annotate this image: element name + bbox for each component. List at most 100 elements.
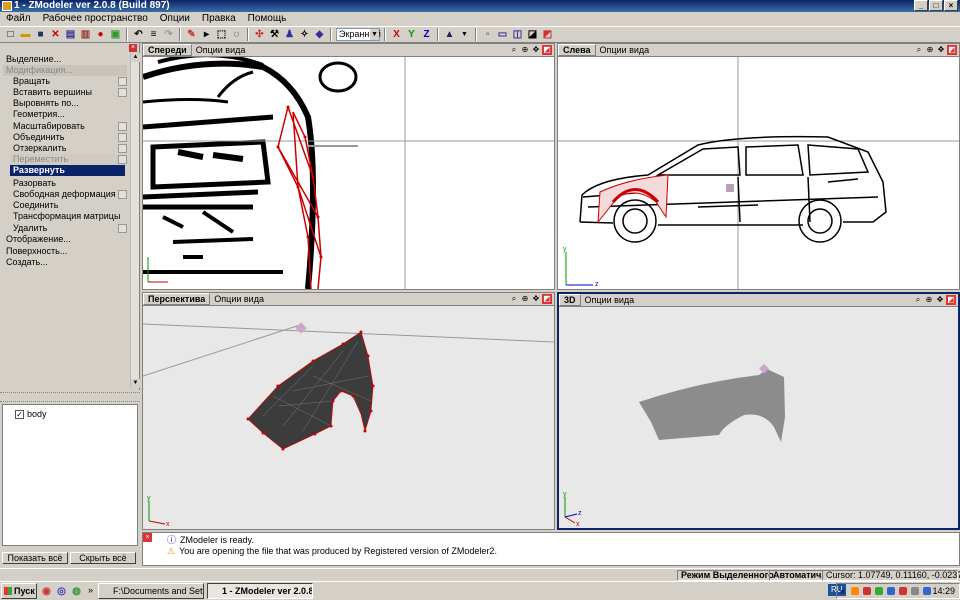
figure-icon[interactable]: ♟	[283, 28, 296, 41]
zoom-extents-icon[interactable]: ⊕	[520, 45, 530, 55]
hide-all-button[interactable]: Скрыть всё	[70, 552, 136, 564]
lasso-icon[interactable]: ◌	[230, 28, 243, 41]
cmd-display[interactable]: Отображение...	[6, 234, 71, 245]
cmd-surface[interactable]: Поверхность...	[6, 246, 67, 257]
tray-expand-icon[interactable]: «	[840, 584, 845, 598]
zoom-extents-icon[interactable]: ⊕	[924, 295, 934, 305]
pick-icon[interactable]: ✎	[185, 28, 198, 41]
chevron-down-icon[interactable]: ▼	[458, 28, 471, 41]
deform-options-box[interactable]	[118, 190, 127, 199]
delete-icon[interactable]: ✕	[49, 28, 62, 41]
viewport-3d-name[interactable]: 3D	[559, 294, 581, 306]
cmd-selection[interactable]: Выделение...	[6, 54, 61, 65]
scroll-up-icon[interactable]: ▲	[131, 53, 140, 62]
pan-icon[interactable]: ✥	[936, 45, 946, 55]
new-file-icon[interactable]: □	[4, 28, 17, 41]
view-mode-select[interactable]: Экранный	[336, 28, 381, 41]
auto-mode-status[interactable]: Автоматич.	[769, 570, 828, 581]
maximize-button[interactable]: □	[929, 0, 943, 11]
close-button[interactable]: ×	[944, 0, 958, 11]
menu-file[interactable]: Файл	[0, 12, 37, 26]
undo-icon[interactable]: ↶	[132, 28, 145, 41]
zoom-icon[interactable]: ⌕	[509, 45, 519, 55]
maximize-viewport-icon[interactable]: ◩	[947, 45, 957, 55]
pivot-marker[interactable]	[295, 322, 307, 334]
tray-app-icon[interactable]	[851, 587, 859, 595]
layer-visible-checkbox[interactable]: ✓	[15, 409, 24, 419]
cmd-merge[interactable]: Объединить	[13, 132, 64, 143]
triangle-icon[interactable]: ▲	[443, 28, 456, 41]
layer-item[interactable]: ✓ body	[15, 409, 47, 419]
pan-icon[interactable]: ✥	[531, 294, 541, 304]
quicklaunch-icon[interactable]: ◉	[40, 585, 53, 598]
cmd-unwrap[interactable]: Развернуть	[10, 165, 125, 176]
command-scrollbar[interactable]: ▲ ▼	[130, 53, 140, 388]
more-icon[interactable]: »	[88, 585, 93, 595]
tray-security-icon[interactable]	[887, 587, 895, 595]
show-all-button[interactable]: Показать всё	[2, 552, 68, 564]
cmd-modification[interactable]: Модификация...	[3, 65, 127, 76]
cmd-matrix-transform[interactable]: Трансформация матрицы	[13, 211, 120, 222]
merge-options-box[interactable]	[118, 133, 127, 142]
viewport-front-name[interactable]: Спереди	[143, 44, 192, 56]
tray-network-icon[interactable]	[875, 587, 883, 595]
tools-icon[interactable]: ⚒	[268, 28, 281, 41]
console-close-icon[interactable]: ×	[143, 533, 152, 542]
select-icon[interactable]: ▸	[200, 28, 213, 41]
panel-splitter[interactable]	[0, 392, 140, 402]
3d-view-canvas[interactable]: y z x	[559, 307, 958, 528]
cmd-create[interactable]: Создать...	[6, 257, 48, 268]
render-icon[interactable]: ▣	[109, 28, 122, 41]
viewport-3d-options[interactable]: Опции вида	[585, 294, 635, 307]
cmd-scale[interactable]: Масштабировать	[13, 121, 85, 132]
taskbar-zmodeler[interactable]: 1 - ZModeler ver 2.0.8...	[207, 583, 313, 599]
insert-options-box[interactable]	[118, 88, 127, 97]
app-quicklaunch-icon[interactable]: ◍	[70, 585, 83, 598]
import-icon[interactable]: ▤	[64, 28, 77, 41]
cmd-delete[interactable]: Удалить	[13, 223, 47, 234]
move-options-box[interactable]	[118, 155, 127, 164]
zoom-icon[interactable]: ⌕	[509, 294, 519, 304]
history-icon[interactable]: ≡	[147, 28, 160, 41]
viewport-left[interactable]: Слева Опции вида ⌕ ⊕ ✥ ◩ y z	[557, 43, 960, 290]
wand-icon[interactable]: ✧	[298, 28, 311, 41]
scroll-down-icon[interactable]: ▼	[131, 379, 140, 388]
viewport-perspective-options[interactable]: Опции вида	[214, 293, 264, 306]
viewport-3-icon[interactable]: ◫	[511, 28, 524, 41]
maximize-viewport-icon[interactable]: ◩	[542, 294, 552, 304]
viewport-2-icon[interactable]: ▭	[496, 28, 509, 41]
maximize-viewport-icon[interactable]: ◩	[542, 45, 552, 55]
cmd-mirror[interactable]: Отзеркалить	[13, 143, 66, 154]
cmd-rotate[interactable]: Вращать	[13, 76, 50, 87]
axis-z-toggle[interactable]: Z	[420, 28, 433, 41]
cmd-geometry[interactable]: Геометрия...	[13, 109, 65, 120]
save-icon[interactable]: ■	[34, 28, 47, 41]
record-icon[interactable]: ●	[94, 28, 107, 41]
menu-options[interactable]: Опции	[154, 12, 196, 26]
axis-x-toggle[interactable]: X	[390, 28, 403, 41]
menu-edit[interactable]: Правка	[196, 12, 242, 26]
zoom-icon[interactable]: ⌕	[914, 45, 924, 55]
scale-options-box[interactable]	[118, 122, 127, 131]
tray-media-icon[interactable]	[863, 587, 871, 595]
viewport-close-icon[interactable]: ◩	[541, 28, 554, 41]
viewport-left-options[interactable]: Опции вида	[600, 44, 650, 57]
viewport-1-icon[interactable]: ▫	[481, 28, 494, 41]
cmd-insert-vertices[interactable]: Вставить вершины	[13, 87, 92, 98]
front-view-canvas[interactable]	[143, 57, 554, 289]
frame-select-icon[interactable]: ⬚	[215, 28, 228, 41]
viewport-front[interactable]: Спереди Опции вида ⌕ ⊕ ✥ ◩	[142, 43, 555, 290]
pivot-marker[interactable]	[726, 184, 734, 192]
tray-update-icon[interactable]	[923, 587, 931, 595]
nodes-icon[interactable]: ✣	[253, 28, 266, 41]
viewport-perspective-name[interactable]: Перспектива	[143, 293, 211, 305]
zoom-extents-icon[interactable]: ⊕	[925, 45, 935, 55]
tray-antivirus-icon[interactable]	[899, 587, 907, 595]
tray-volume-icon[interactable]	[911, 587, 919, 595]
menu-help[interactable]: Помощь	[242, 12, 293, 26]
zoom-icon[interactable]: ⌕	[913, 295, 923, 305]
rotate-options-box[interactable]	[118, 77, 127, 86]
menu-workspace[interactable]: Рабочее пространство	[37, 12, 154, 26]
pointer-icon[interactable]: ◆	[313, 28, 326, 41]
delete-options-box[interactable]	[118, 224, 127, 233]
